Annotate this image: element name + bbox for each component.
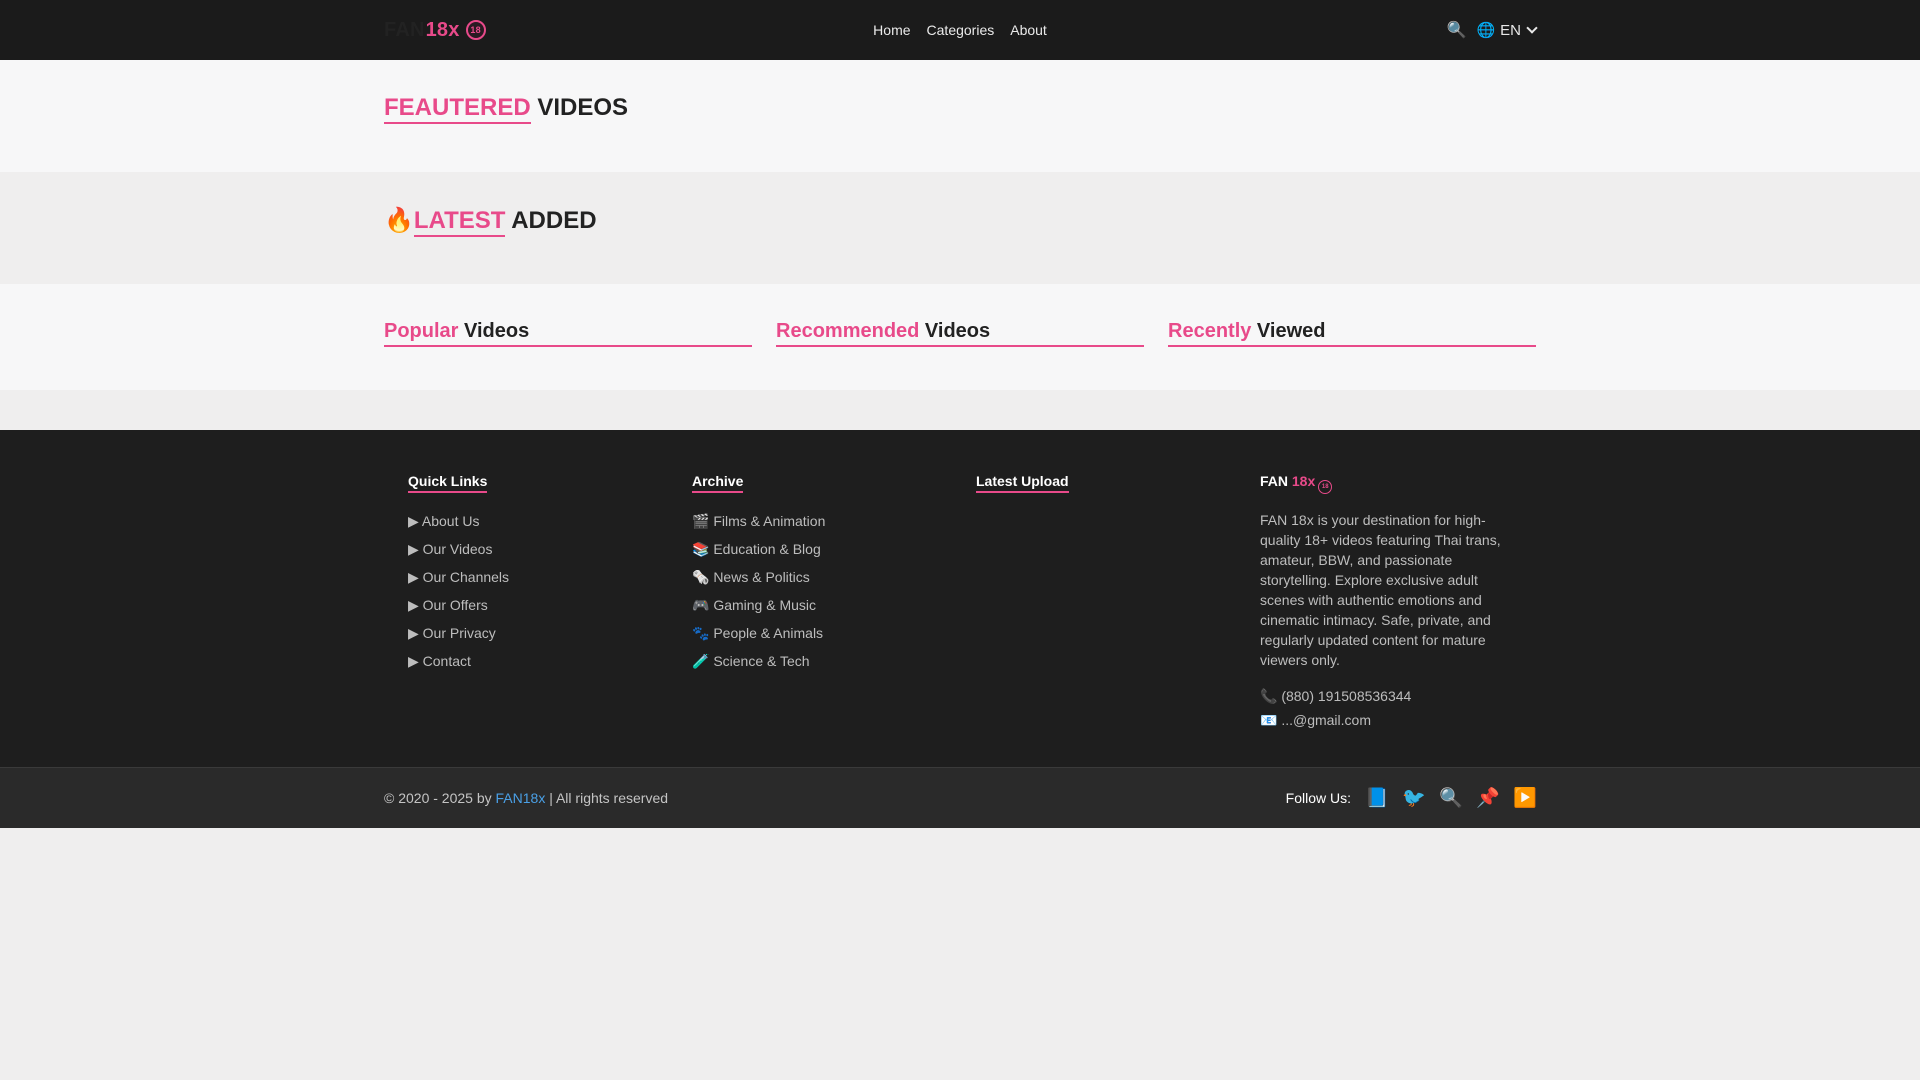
site-header: FAN 18x 18 Home Categories About 🔍 🌐 EN (0, 0, 1920, 60)
archive-link-education[interactable]: 📚 Education & Blog (692, 535, 952, 563)
header-actions: 🔍 🌐 EN (1447, 20, 1538, 40)
main-nav: Home Categories About (873, 22, 1047, 38)
latest-title-rest: ADDED (505, 207, 597, 234)
about-title-fan: FAN (1260, 473, 1292, 489)
contact-phone[interactable]: 📞 (880) 191508536344 (1260, 684, 1520, 708)
language-label: EN (1500, 21, 1521, 39)
globe-icon: 🌐 (1476, 22, 1496, 39)
nav-about[interactable]: About (1010, 22, 1047, 38)
featured-title: FEAUTERED VIDEOS (384, 60, 1536, 124)
footer-link-contact[interactable]: ▶ Contact (408, 647, 668, 675)
archive-link-science[interactable]: 🧪 Science & Tech (692, 647, 952, 675)
footer-archive: Archive 🎬 Films & Animation 📚 Education … (668, 473, 952, 732)
recommended-rest: Videos (919, 320, 991, 342)
footer-quick-links: Quick Links ▶ About Us ▶ Our Videos ▶ Ou… (384, 473, 668, 732)
featured-title-accent: FEAUTERED (384, 94, 531, 124)
language-selector[interactable]: 🌐 EN (1476, 21, 1538, 39)
archive-link-films[interactable]: 🎬 Films & Animation (692, 507, 952, 535)
copyright-text: © 2020 - 2025 by FAN18x | All rights res… (384, 790, 668, 806)
nav-home[interactable]: Home (873, 22, 910, 38)
recently-rest: Viewed (1251, 320, 1326, 342)
latest-title-accent: LATEST (413, 207, 506, 237)
recently-accent: Recently (1168, 320, 1252, 342)
video-lists-section: Popular Videos Recommended Videos Recent… (0, 284, 1920, 390)
bottom-bar: © 2020 - 2025 by FAN18x | All rights res… (0, 767, 1920, 828)
about-title-18x: 18x (1291, 473, 1316, 489)
about-description: FAN 18x is your destination for high-qua… (1260, 512, 1501, 668)
latest-section: 🔥LATEST ADDED (0, 172, 1920, 284)
featured-title-rest: VIDEOS (530, 94, 629, 121)
twitter-icon[interactable]: 🐦 (1402, 786, 1426, 810)
logo-18x-text: 18x (425, 18, 460, 41)
popular-rest: Videos (458, 320, 530, 342)
follow-us-label: Follow Us: (1285, 790, 1351, 806)
footer-latest-upload: Latest Upload (952, 473, 1236, 732)
copyright-suffix: | All rights reserved (545, 790, 669, 806)
footer-link-our-offers[interactable]: ▶ Our Offers (408, 591, 668, 619)
section-spacer (0, 390, 1920, 430)
adult-badge-icon: 18 (465, 20, 486, 40)
latest-title: 🔥LATEST ADDED (384, 172, 1536, 237)
footer-link-our-privacy[interactable]: ▶ Our Privacy (408, 619, 668, 647)
follow-us: Follow Us: 📘 🐦 🔍 📌 ▶️ (1285, 786, 1537, 810)
featured-section: FEAUTERED VIDEOS (0, 60, 1920, 172)
search-social-icon[interactable]: 🔍 (1439, 786, 1463, 810)
site-logo[interactable]: FAN 18x 18 (384, 19, 486, 42)
popular-accent: Popular (384, 320, 459, 342)
search-icon[interactable]: 🔍 (1447, 20, 1467, 40)
footer-link-our-videos[interactable]: ▶ Our Videos (408, 535, 668, 563)
copyright-brand-link[interactable]: FAN18x (496, 790, 546, 806)
fire-icon: 🔥 (384, 207, 414, 234)
archive-title: Archive (692, 473, 744, 493)
recommended-accent: Recommended (776, 320, 920, 342)
archive-link-gaming[interactable]: 🎮 Gaming & Music (692, 591, 952, 619)
recommended-videos-title: Recommended Videos (776, 320, 1144, 347)
footer-link-our-channels[interactable]: ▶ Our Channels (408, 563, 668, 591)
archive-link-news[interactable]: 🗞️ News & Politics (692, 563, 952, 591)
footer-link-about-us[interactable]: ▶ About Us (408, 507, 668, 535)
latest-upload-title: Latest Upload (976, 473, 1069, 493)
quick-links-title: Quick Links (408, 473, 488, 493)
popular-videos-title: Popular Videos (384, 320, 752, 347)
nav-categories[interactable]: Categories (927, 22, 995, 38)
footer-about: FAN 18x 18 FAN 18x is your destination fo… (1236, 473, 1520, 732)
facebook-icon[interactable]: 📘 (1365, 786, 1389, 810)
logo-fan-text: FAN (384, 18, 425, 41)
site-footer: Quick Links ▶ About Us ▶ Our Videos ▶ Ou… (0, 430, 1920, 767)
contact-email[interactable]: 📧 ...@gmail.com (1260, 708, 1520, 732)
about-title: FAN 18x 18 (1260, 473, 1333, 496)
recently-viewed-title: Recently Viewed (1168, 320, 1536, 347)
youtube-icon[interactable]: ▶️ (1513, 786, 1537, 810)
chevron-down-icon (1526, 22, 1538, 34)
adult-badge-small-icon: 18 (1318, 480, 1333, 494)
copyright-prefix: © 2020 - 2025 by (384, 790, 496, 806)
archive-link-people[interactable]: 🐾 People & Animals (692, 619, 952, 647)
pinterest-icon[interactable]: 📌 (1476, 786, 1500, 810)
